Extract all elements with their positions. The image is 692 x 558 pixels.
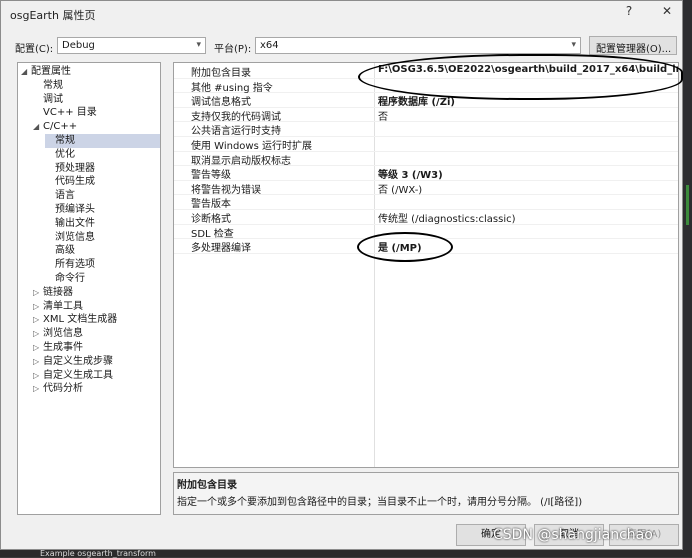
expand-icon[interactable]: ▷ [33,369,43,383]
property-name: 多处理器编译 [191,243,251,255]
tree-item[interactable]: 代码生成 [45,175,160,189]
tree-item[interactable]: 高级 [45,244,160,258]
tree-item-label: 清单工具 [43,300,83,312]
window-title: osgEarth 属性页 [10,9,96,22]
tree-item[interactable]: VC++ 目录 [33,106,160,120]
tree-item[interactable]: 预编译头 [45,203,160,217]
tree-item-label: 调试 [43,93,63,105]
platform-select[interactable]: x64 ▾ [255,37,581,54]
tree-item-label: 代码生成 [55,176,95,188]
config-value: Debug [62,40,95,51]
tree-item[interactable]: ▷ 自定义生成步骤 [33,355,160,369]
property-row[interactable]: 支持仅我的代码调试否 [174,107,678,123]
config-select[interactable]: Debug ▾ [57,37,206,54]
property-row[interactable]: 取消显示启动版权标志 [174,151,678,167]
tree-item-label: 输出文件 [55,217,95,229]
background-ide-edge [683,0,692,557]
tree-item-label: C/C++ [43,121,78,133]
tree-item[interactable]: 输出文件 [45,217,160,231]
tree-item-label: 自定义生成步骤 [43,355,113,367]
tree-item[interactable]: ▷ 链接器 [33,286,160,300]
platform-label: 平台(P): [214,44,252,55]
config-label: 配置(C): [15,44,54,55]
tree-item-label: 生成事件 [43,342,83,353]
expand-icon[interactable]: ▷ [33,327,43,341]
config-row: 配置(C): Debug ▾ 平台(P): x64 ▾ 配置管理器(O)... [1,36,682,56]
description-text: 指定一个或多个要添加到包含路径中的目录；当目录不止一个时，请用分号分隔。 (/I… [177,497,583,508]
tree-item-label: 预编译头 [55,204,95,215]
description-title: 附加包含目录 [177,480,237,491]
platform-value: x64 [260,40,279,51]
expand-icon[interactable]: ▷ [33,341,43,355]
description-panel: 附加包含目录 指定一个或多个要添加到包含路径中的目录；当目录不止一个时，请用分号… [173,472,679,515]
tree-item[interactable]: 常规 [45,134,160,148]
expand-icon[interactable]: ▷ [33,313,43,327]
collapse-icon[interactable]: ◢ [33,120,43,134]
tree-item-label: 所有选项 [55,259,95,271]
configuration-manager-button[interactable]: 配置管理器(O)... [589,36,677,55]
tree-item[interactable]: 所有选项 [45,258,160,272]
tree-item[interactable]: 优化 [45,148,160,162]
tree-item-label: 命令行 [55,273,85,284]
tree-item-label: 优化 [55,148,75,160]
property-row[interactable]: 将警告视为错误否 (/WX-) [174,180,678,196]
tree-item-label: 常规 [43,79,63,91]
tree-item[interactable]: ▷ 清单工具 [33,300,160,314]
tree-item[interactable]: 预处理器 [45,162,160,176]
property-row[interactable]: 警告等级 等级 3 (/W3) [174,165,678,181]
watermark: CSDN @shangjianchao [493,527,653,543]
tree-item[interactable]: 常规 [33,79,160,93]
tree-item-label: 浏览信息 [43,328,83,340]
property-grid[interactable]: 附加包含目录 F:\OSG3.6.5\OE2022\osgearth\build_… [173,62,679,468]
annotation-circle-include [358,54,683,100]
tree-item[interactable]: ◢ C/C++ [33,120,160,134]
tree-item-label: 配置属性 [31,66,71,77]
tree-item[interactable]: ▷ 生成事件 [33,341,160,355]
expand-icon[interactable]: ▷ [33,286,43,300]
tree-item-label: 自定义生成工具 [43,369,113,381]
scroll-marker [686,185,689,225]
close-button[interactable]: ✕ [658,4,676,18]
tree-item[interactable]: 调试 [33,93,160,107]
annotation-circle-mp [357,232,453,262]
property-tree[interactable]: ◢ 配置属性 常规 调试 VC++ 目录 ◢ C/C++ 常规 优化 预处理器 代码生成 语言 预编译头… [17,62,161,515]
tree-item-label: 代码分析 [43,383,83,395]
tree-item-label: XML 文档生成器 [43,314,118,326]
tree-item[interactable]: ▷ 代码分析 [33,382,160,396]
tree-item[interactable]: ▷ 浏览信息 [33,327,160,341]
tree-item-label: VC++ 目录 [43,107,97,119]
collapse-icon[interactable]: ◢ [21,65,31,79]
tree-item-label: 链接器 [43,286,73,298]
tree-item[interactable]: 命令行 [45,272,160,286]
tree-item[interactable]: ▷ 自定义生成工具 [33,369,160,383]
tree-item-label: 常规 [55,135,75,146]
tree-item[interactable]: 浏览信息 [45,231,160,245]
chevron-down-icon: ▾ [196,40,201,50]
property-row[interactable]: 使用 Windows 运行时扩展 [174,136,678,152]
tree-item-label: 浏览信息 [55,231,95,243]
expand-icon[interactable]: ▷ [33,355,43,369]
property-row[interactable]: 公共语言运行时支持 [174,121,678,137]
property-row[interactable]: 诊断格式 传统型 (/diagnostics:classic) [174,209,678,225]
tree-item[interactable]: 语言 [45,189,160,203]
chevron-down-icon: ▾ [571,40,576,50]
expand-icon[interactable]: ▷ [33,382,43,396]
tree-item-label: 预处理器 [55,162,95,174]
tree-item[interactable]: ▷ XML 文档生成器 [33,313,160,327]
tree-item-label: 语言 [55,190,75,202]
tree-item[interactable]: ◢ 配置属性 [21,65,160,79]
help-button[interactable]: ? [620,4,638,18]
property-row[interactable]: 警告版本 [174,194,678,210]
tree-item-label: 高级 [55,245,75,257]
expand-icon[interactable]: ▷ [33,300,43,314]
